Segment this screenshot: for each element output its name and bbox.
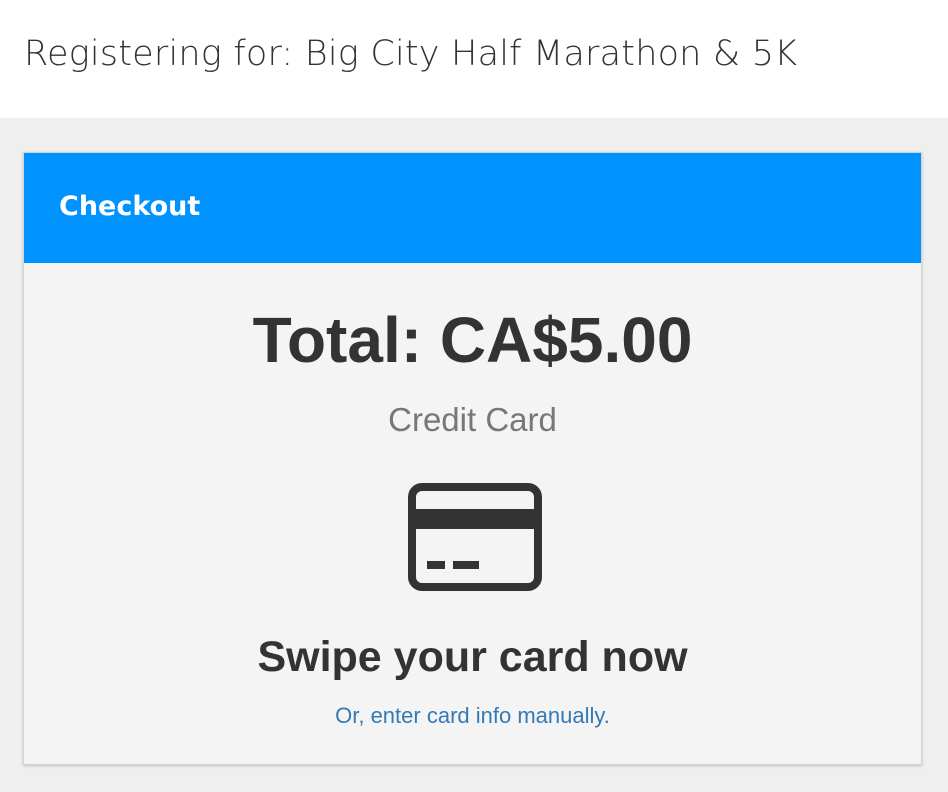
- credit-card-icon: [408, 483, 542, 591]
- page-title: Registering for: Big City Half Marathon …: [24, 34, 798, 74]
- total-amount: Total: CA$5.00: [252, 304, 693, 376]
- checkout-panel: Checkout Total: CA$5.00 Credit Card Swip…: [23, 152, 922, 765]
- checkout-header: Checkout: [24, 153, 921, 263]
- payment-method-label: Credit Card: [388, 401, 557, 438]
- swipe-instruction: Swipe your card now: [257, 633, 688, 681]
- top-bar: Registering for: Big City Half Marathon …: [0, 0, 948, 118]
- enter-card-manually-link[interactable]: Or, enter card info manually.: [24, 703, 921, 729]
- checkout-title: Checkout: [59, 191, 201, 222]
